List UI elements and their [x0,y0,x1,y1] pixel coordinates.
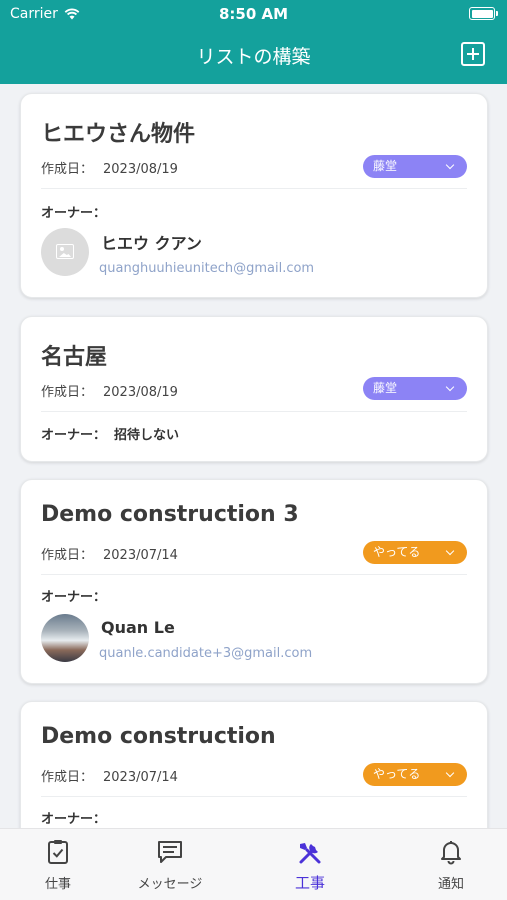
construction-list[interactable]: ヒエウさん物件 作成日： 2023/08/19 藤堂 オーナー： ヒエウ クアン … [0,84,507,828]
status-label: 藤堂 [373,159,398,173]
task-check-icon [48,840,68,864]
avatar [41,614,89,662]
owner-email: quanle.candidate+3@gmail.com [99,646,313,661]
card-title: 名古屋 [41,345,108,370]
tab-bar: 仕事 メッセージ 工事 通知 [0,828,507,900]
status-bar: Carrier 8:50 AM [0,0,507,28]
tab-label: 通知 [437,877,464,892]
owner-label: オーナー： [41,590,107,605]
divider [41,188,467,189]
owner-row: オーナー： 招待しない [41,424,179,443]
owner-label: オーナー： [41,812,107,827]
status-label: やってる [373,767,421,781]
construction-card[interactable]: ヒエウさん物件 作成日： 2023/08/19 藤堂 オーナー： ヒエウ クアン … [20,93,488,298]
card-title: Demo construction [41,724,276,749]
tools-icon [299,843,321,864]
created-date: 2023/08/19 [103,385,178,400]
created-date-row: 作成日： 2023/07/14 [41,766,178,785]
created-date-row: 作成日： 2023/08/19 [41,158,178,177]
status-dropdown[interactable]: やってる [363,763,467,786]
created-date: 2023/07/14 [103,770,178,785]
tab-tasks[interactable]: 仕事 [8,839,108,892]
chevron-down-icon [445,768,455,778]
avatar [41,228,89,276]
navigation-header: Carrier 8:50 AM リストの構築 [0,0,507,84]
clock: 8:50 AM [218,5,289,23]
owner-label: オーナー： [41,428,107,443]
tab-messages[interactable]: メッセージ [120,839,220,892]
message-icon [158,841,182,863]
add-construction-button[interactable] [461,42,485,66]
owner-label: オーナー： [41,206,107,221]
divider [41,574,467,575]
status-label: やってる [373,545,421,559]
owner-value: 招待しない [114,428,180,443]
status-dropdown[interactable]: 藤堂 [363,155,467,178]
divider [41,411,467,412]
created-date-row: 作成日： 2023/07/14 [41,544,178,563]
construction-card[interactable]: Demo construction 作成日： 2023/07/14 やってる オー… [20,701,488,828]
chevron-down-icon [445,160,455,170]
tab-notifications[interactable]: 通知 [401,839,501,892]
owner-name: ヒエウ クアン [101,234,202,253]
construction-card[interactable]: Demo construction 3 作成日： 2023/07/14 やってる … [20,479,488,684]
created-label: 作成日： [41,548,94,563]
page-title: リストの構築 [196,46,311,68]
created-label: 作成日： [41,770,94,785]
created-date: 2023/08/19 [103,162,178,177]
created-label: 作成日： [41,162,94,177]
created-label: 作成日： [41,385,94,400]
status-dropdown[interactable]: 藤堂 [363,377,467,400]
tab-construction[interactable]: 工事 [260,839,360,893]
status-dropdown[interactable]: やってる [363,541,467,564]
created-date-row: 作成日： 2023/08/19 [41,381,178,400]
tab-label: メッセージ [137,877,203,892]
chevron-down-icon [445,382,455,392]
image-placeholder-icon [56,244,74,259]
battery-icon [469,7,498,20]
owner-email: quanghuuhieunitech@gmail.com [99,261,315,276]
card-title: ヒエウさん物件 [41,122,196,147]
card-title: Demo construction 3 [41,502,299,527]
tab-label: 工事 [294,874,325,892]
bell-icon [441,841,461,865]
owner-name: Quan Le [101,618,175,637]
tab-label: 仕事 [44,877,71,892]
divider [41,796,467,797]
created-date: 2023/07/14 [103,548,178,563]
status-label: 藤堂 [373,381,398,395]
construction-card[interactable]: 名古屋 作成日： 2023/08/19 藤堂 オーナー： 招待しない [20,316,488,462]
chevron-down-icon [445,546,455,556]
